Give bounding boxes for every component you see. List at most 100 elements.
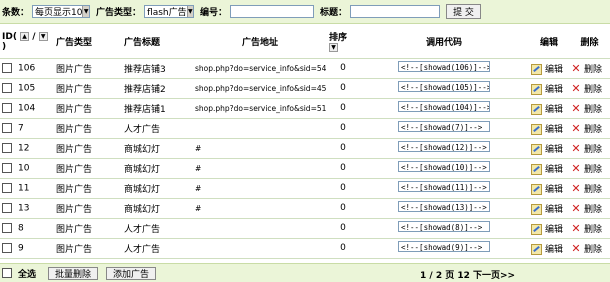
edit-icon[interactable]: [531, 183, 542, 195]
call-code-field[interactable]: <!--[showad(12)]-->: [398, 141, 490, 152]
edit-icon[interactable]: [531, 123, 542, 135]
row-edit-cell[interactable]: 编辑: [529, 138, 569, 159]
delete-icon[interactable]: ✕: [571, 183, 581, 194]
delete-icon[interactable]: ✕: [571, 123, 581, 134]
title-input[interactable]: [350, 5, 441, 18]
table-row: 104 图片广告 推荐店铺1 shop.php?do=service_info&sid…: [0, 98, 610, 119]
call-code-field[interactable]: <!--[showad(104)]-->: [398, 101, 490, 112]
delete-link[interactable]: 删除: [584, 105, 602, 115]
delete-link[interactable]: 删除: [584, 65, 602, 75]
row-delete-cell[interactable]: ✕ 删除: [569, 178, 610, 199]
call-code-field[interactable]: <!--[showad(11)]-->: [398, 181, 490, 192]
edit-icon[interactable]: [531, 203, 542, 215]
delete-icon[interactable]: ✕: [571, 103, 581, 114]
edit-icon[interactable]: [531, 143, 542, 155]
row-checkbox[interactable]: [2, 122, 12, 133]
delete-icon[interactable]: ✕: [571, 143, 581, 154]
edit-link[interactable]: 编辑: [545, 145, 563, 155]
edit-link[interactable]: 编辑: [545, 185, 563, 195]
edit-link[interactable]: 编辑: [545, 105, 563, 115]
table-row: 10 图片广告 商城幻灯 #0 <!--[showad(10)]--> 编辑 ✕ 删除: [0, 158, 610, 179]
delete-icon[interactable]: ✕: [571, 83, 581, 94]
row-delete-cell[interactable]: ✕ 删除: [569, 218, 610, 239]
call-code-field[interactable]: <!--[showad(10)]-->: [398, 161, 490, 172]
row-edit-cell[interactable]: 编辑: [529, 178, 569, 199]
delete-link[interactable]: 删除: [584, 125, 602, 135]
delete-link[interactable]: 删除: [584, 145, 602, 155]
call-code-field[interactable]: <!--[showad(7)]-->: [398, 121, 490, 132]
row-edit-cell[interactable]: 编辑: [529, 58, 569, 79]
row-edit-cell[interactable]: 编辑: [529, 198, 569, 219]
row-delete-cell[interactable]: ✕ 删除: [569, 78, 610, 99]
row-delete-cell[interactable]: ✕ 删除: [569, 118, 610, 139]
edit-icon[interactable]: [531, 63, 542, 75]
edit-icon[interactable]: [531, 163, 542, 175]
row-edit-cell[interactable]: 编辑: [529, 238, 569, 259]
edit-link[interactable]: 编辑: [545, 245, 563, 255]
bulk-delete-button[interactable]: 批量删除: [48, 266, 99, 280]
id-input[interactable]: [230, 5, 315, 18]
call-code-field[interactable]: <!--[showad(9)]-->: [398, 241, 490, 252]
page-size-select[interactable]: 每页显示10 ▼: [32, 5, 91, 18]
id-label: 编号：: [200, 8, 228, 18]
pagination[interactable]: 1 / 2 页 12 下一页>>: [420, 268, 515, 281]
edit-icon[interactable]: [531, 243, 542, 255]
add-ad-button[interactable]: 添加广告: [106, 266, 157, 280]
row-delete-cell[interactable]: ✕ 删除: [569, 98, 610, 119]
delete-icon[interactable]: ✕: [571, 243, 581, 254]
call-code-field[interactable]: <!--[showad(106)]-->: [398, 61, 490, 72]
row-checkbox[interactable]: [2, 62, 12, 73]
edit-link[interactable]: 编辑: [545, 65, 563, 75]
sort-up-icon[interactable]: ▲: [20, 31, 30, 41]
delete-link[interactable]: 删除: [584, 225, 602, 235]
delete-link[interactable]: 删除: [584, 205, 602, 215]
delete-link[interactable]: 删除: [584, 165, 602, 175]
row-edit-cell[interactable]: 编辑: [529, 218, 569, 239]
edit-link[interactable]: 编辑: [545, 125, 563, 135]
row-delete-cell[interactable]: ✕ 删除: [569, 58, 610, 79]
edit-icon[interactable]: [531, 103, 542, 115]
edit-link[interactable]: 编辑: [545, 85, 563, 95]
row-checkbox[interactable]: [2, 162, 12, 173]
row-checkbox[interactable]: [2, 142, 12, 153]
delete-icon[interactable]: ✕: [571, 63, 581, 74]
row-edit-cell[interactable]: 编辑: [529, 158, 569, 179]
row-checkbox[interactable]: [2, 222, 12, 233]
edit-link[interactable]: 编辑: [545, 225, 563, 235]
row-url: [193, 218, 327, 239]
ad-type-value: flash广告: [147, 8, 187, 18]
row-edit-cell[interactable]: 编辑: [529, 98, 569, 119]
row-delete-cell[interactable]: ✕ 删除: [569, 158, 610, 179]
edit-link[interactable]: 编辑: [545, 165, 563, 175]
delete-link[interactable]: 删除: [584, 185, 602, 195]
edit-icon[interactable]: [531, 83, 542, 95]
ad-type-select[interactable]: flash广告 ▼: [144, 5, 195, 18]
edit-link[interactable]: 编辑: [545, 205, 563, 215]
row-delete-cell[interactable]: ✕ 删除: [569, 198, 610, 219]
edit-icon[interactable]: [531, 223, 542, 235]
delete-icon[interactable]: ✕: [571, 203, 581, 214]
header-id-label: ID: [2, 31, 13, 42]
select-all-checkbox[interactable]: [2, 268, 12, 278]
call-code-field[interactable]: <!--[showad(13)]-->: [398, 201, 490, 212]
sort-down-icon[interactable]: ▼: [38, 31, 48, 41]
row-delete-cell[interactable]: ✕ 删除: [569, 138, 610, 159]
delete-icon[interactable]: ✕: [571, 163, 581, 174]
call-code-field[interactable]: <!--[showad(8)]-->: [398, 221, 490, 232]
row-edit-cell[interactable]: 编辑: [529, 118, 569, 139]
delete-link[interactable]: 删除: [584, 85, 602, 95]
submit-button[interactable]: 提 交: [446, 4, 481, 19]
row-edit-cell[interactable]: 编辑: [529, 78, 569, 99]
row-id: 12: [18, 143, 30, 154]
row-checkbox[interactable]: [2, 82, 12, 93]
row-checkbox[interactable]: [2, 202, 12, 213]
call-code-field[interactable]: <!--[showad(105)]-->: [398, 81, 490, 92]
row-url: [193, 118, 327, 139]
row-checkbox[interactable]: [2, 182, 12, 193]
row-delete-cell[interactable]: ✕ 删除: [569, 238, 610, 259]
delete-link[interactable]: 删除: [584, 245, 602, 255]
delete-icon[interactable]: ✕: [571, 223, 581, 234]
row-checkbox[interactable]: [2, 102, 12, 113]
row-checkbox[interactable]: [2, 242, 12, 253]
sort-down-icon[interactable]: ▼: [329, 43, 338, 53]
